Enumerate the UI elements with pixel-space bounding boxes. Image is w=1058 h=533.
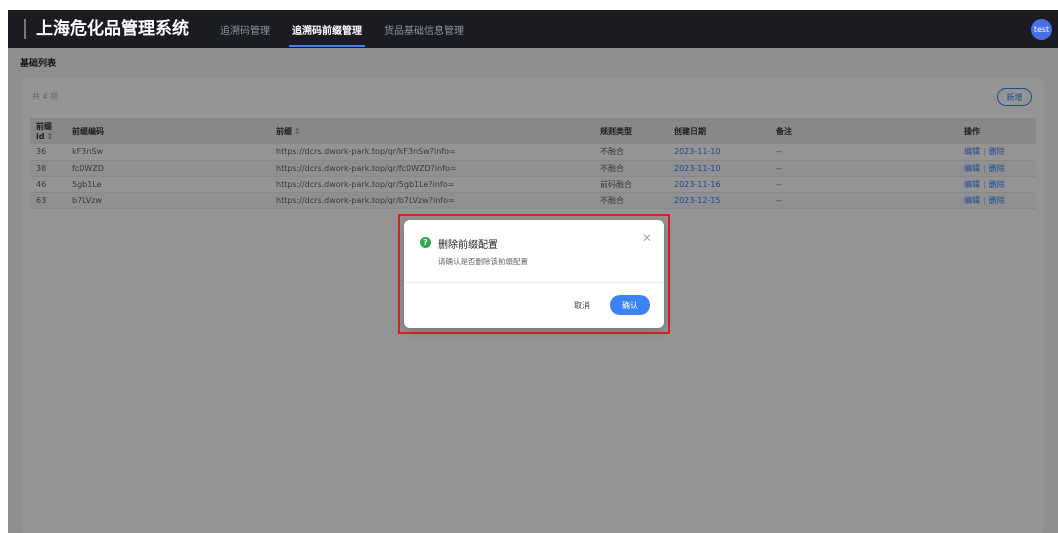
top-navigation-bar: 上海危化品管理系统 追溯码管理 追溯码前缀管理 货品基础信息管理 test	[8, 10, 1058, 48]
tab-goods-basic-info-management[interactable]: 货品基础信息管理	[373, 10, 475, 48]
user-avatar[interactable]: test	[1031, 19, 1052, 40]
dialog-divider	[404, 282, 664, 283]
main-nav: 追溯码管理 追溯码前缀管理 货品基础信息管理	[209, 10, 475, 48]
close-icon[interactable]: ✕	[642, 232, 652, 244]
dialog-title: 删除前缀配置	[438, 240, 498, 251]
confirm-check-icon: ?	[420, 237, 431, 248]
dialog-message: 请确认是否删除该前缀配置	[438, 257, 528, 266]
confirm-button[interactable]: 确认	[610, 295, 650, 315]
cancel-button[interactable]: 取消	[566, 296, 598, 314]
tab-trace-code-prefix-management[interactable]: 追溯码前缀管理	[281, 10, 373, 48]
app-title: 上海危化品管理系统	[24, 19, 189, 39]
tab-trace-code-management[interactable]: 追溯码管理	[209, 10, 281, 48]
delete-confirm-dialog: ? 删除前缀配置 ✕ 请确认是否删除该前缀配置 取消 确认	[404, 220, 664, 328]
